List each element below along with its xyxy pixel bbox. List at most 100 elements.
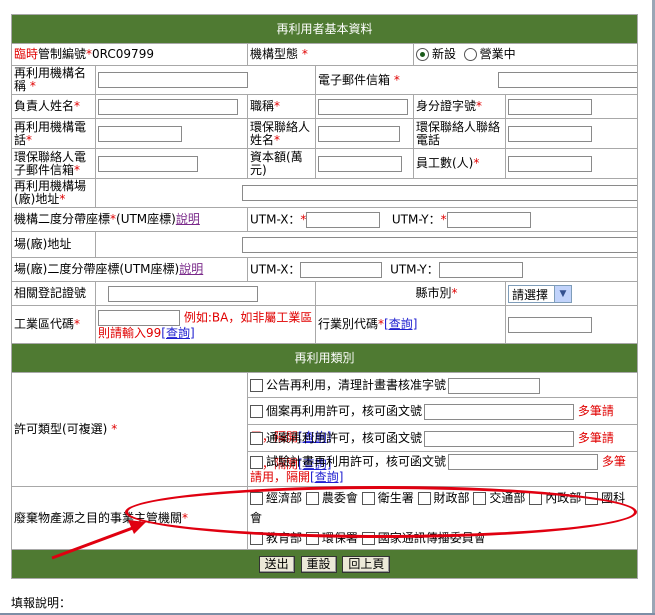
env-email-input[interactable] [98, 155, 198, 172]
agency-options-cell: 經濟部 農委會 衛生署 財政部 交通部 內政部 國科會 教育部 環保署 國家通訊… [246, 486, 639, 550]
utm1-suffix: (UTM座標) [116, 212, 176, 226]
agency-label-item: 教育部 [266, 531, 303, 545]
site-address-input[interactable] [242, 236, 637, 253]
industry-code-input[interactable] [508, 316, 592, 333]
permit-option-row: 公告再利用，清理計畫書核准字號 [248, 374, 637, 398]
submit-button[interactable]: 送出 [258, 555, 295, 573]
agency-label: 廢棄物產源之目的事業主管機關 [14, 510, 183, 525]
utm2-x-input[interactable] [300, 261, 383, 278]
running-radio-label[interactable]: 營業中 [480, 47, 516, 61]
section-header-reuse: 再利用類別 [10, 343, 639, 373]
id-label: 身分證字號 [416, 99, 477, 113]
form-container: 再利用者基本資料 臨時管制編號*0RC09799 機構型態 * 新設 營業中 再… [10, 14, 639, 579]
address-label: 再利用機構場(廠)地址 [14, 179, 87, 206]
utm1-label: 機構二度分帶座標 [14, 212, 111, 226]
agency-checkbox[interactable] [417, 492, 431, 505]
agency-checkbox[interactable] [529, 492, 543, 505]
temporary-label: 臨時 [14, 47, 39, 61]
permit-query-link[interactable]: [查詢] [310, 470, 343, 484]
permit-checkbox[interactable] [250, 379, 263, 392]
agency-label-item: 財政部 [433, 491, 470, 505]
org-name-input[interactable] [98, 72, 248, 88]
industrial-zone-input[interactable] [98, 309, 180, 326]
permit-options-cell: 公告再利用，清理計畫書核准字號 個案再利用許可，核可函文號 多筆請用，隔開[查詢… [246, 372, 639, 487]
agency-label-item: 經濟部 [266, 491, 303, 505]
env-phone-label-cell: 環保聯絡人聯絡電話 [413, 118, 506, 149]
control-number-cell: 臨時管制編號*0RC09799 [11, 43, 248, 66]
utm1-help-link[interactable]: 說明 [176, 212, 200, 226]
agency-checkbox[interactable] [250, 532, 263, 545]
new-radio-label[interactable]: 新設 [432, 47, 456, 61]
employees-label: 員工數(人) [416, 156, 474, 170]
industry-code-query-link[interactable]: [查詢] [384, 317, 417, 331]
email-label: 電子郵件信箱 [318, 72, 391, 87]
section-header-basic: 再利用者基本資料 [10, 14, 639, 44]
email-input[interactable] [497, 72, 637, 88]
title-input[interactable] [318, 98, 408, 115]
industrial-zone-input-cell: 例如:BA，如非屬工業區則請輸入99[查詢] [95, 305, 316, 344]
reg-input[interactable] [108, 285, 258, 302]
control-number-value: 0RC09799 [92, 47, 154, 61]
permit-option-row: 個案再利用許可，核可函文號 多筆請用，隔開[查詢] [248, 398, 637, 444]
owner-label: 負責人姓名 [14, 99, 75, 113]
env-contact-input[interactable] [318, 125, 400, 142]
utm2-help-link[interactable]: 說明 [179, 262, 203, 276]
county-select[interactable]: 請選擇 ▼ [508, 284, 572, 303]
agency-checkbox[interactable] [361, 532, 375, 545]
org-type-label-cell: 機構型態 * [247, 43, 414, 66]
agency-label-item: 環保署 [321, 531, 358, 545]
permit-type-label: 許可類型(可複選) [14, 422, 108, 436]
agency-checkbox[interactable] [361, 492, 375, 505]
reset-button[interactable]: 重設 [300, 555, 337, 573]
permit-checkbox[interactable] [250, 405, 263, 418]
back-button[interactable]: 回上頁 [342, 555, 391, 573]
utm2-y-input[interactable] [438, 261, 523, 278]
env-phone-label: 環保聯絡人聯絡電話 [416, 119, 501, 147]
env-phone-input-cell [504, 118, 639, 149]
permit-number-input[interactable] [448, 454, 599, 470]
utm1-inputs-cell: UTM-X：* UTM-Y：* [246, 207, 639, 232]
utm2-x-label: UTM-X： [250, 262, 301, 276]
owner-name-input[interactable] [98, 98, 238, 115]
running-radio[interactable] [463, 48, 477, 61]
county-label: 縣市別 [415, 286, 452, 300]
phone-input[interactable] [98, 125, 182, 142]
permit-checkbox[interactable] [250, 432, 263, 445]
utm2-inputs-cell: UTM-X： UTM-Y： [246, 257, 639, 282]
phone-input-cell [95, 118, 248, 149]
phone-label: 再利用機構電話 [14, 119, 87, 147]
industrial-zone-label: 工業區代碼 [14, 317, 75, 331]
employees-input[interactable] [508, 155, 592, 172]
utm1-x-input[interactable] [306, 211, 381, 228]
phone-label-cell: 再利用機構電話* [11, 118, 96, 149]
permit-number-input[interactable] [448, 377, 541, 394]
env-phone-input[interactable] [508, 125, 592, 142]
permit-number-input[interactable] [424, 403, 575, 420]
county-select-cell: 請選擇 ▼ [504, 281, 639, 306]
county-label-cell: 縣市別* [413, 281, 506, 306]
agency-checkbox[interactable] [305, 492, 319, 505]
agency-checkbox[interactable] [305, 532, 319, 545]
agency-checkbox[interactable] [473, 492, 487, 505]
capital-input[interactable] [318, 155, 402, 172]
utm1-y-input[interactable] [446, 211, 531, 228]
chevron-down-icon[interactable]: ▼ [554, 285, 571, 302]
site-address-label-cell: 場(廠)地址 [11, 231, 96, 258]
email-input-cell [413, 65, 639, 95]
agency-checkbox[interactable] [585, 492, 599, 505]
permit-type-label-cell: 許可類型(可複選) * [11, 372, 248, 487]
permit-checkbox[interactable] [250, 455, 263, 469]
capital-label-cell: 資本額(萬元) [247, 148, 316, 179]
address-input[interactable] [242, 185, 637, 201]
agency-label-item: 農委會 [321, 491, 358, 505]
industrial-zone-query-link[interactable]: [查詢] [161, 326, 194, 340]
agency-label-item: 內政部 [545, 491, 582, 505]
agency-checkbox[interactable] [250, 492, 263, 505]
permit-number-input[interactable] [424, 430, 575, 447]
title-label: 職稱 [250, 99, 275, 113]
env-email-label-cell: 環保聯絡人電子郵件信箱* [11, 148, 96, 179]
id-number-input[interactable] [508, 98, 592, 115]
env-contact-label-cell: 環保聯絡人姓名* [247, 118, 316, 149]
agency-label-item: 交通部 [489, 491, 526, 505]
new-radio[interactable] [416, 48, 429, 61]
